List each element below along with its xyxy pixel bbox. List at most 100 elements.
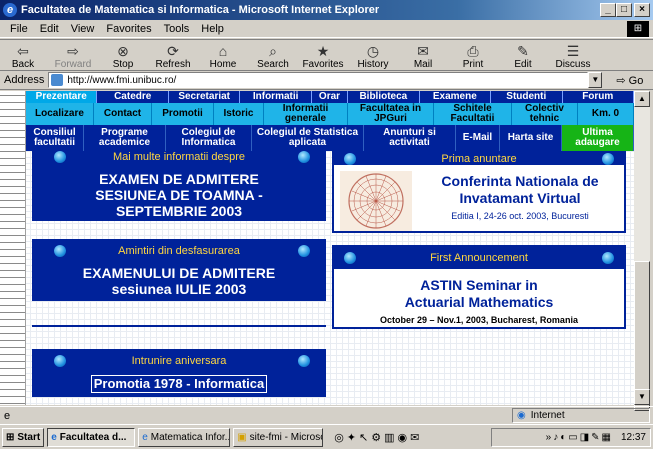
nav-studenti[interactable]: Studenti [491,91,563,103]
nav-colegiul-informatica[interactable]: Colegiul de Informatica [166,125,252,151]
nav-informatii[interactable]: Informatii [240,91,312,103]
bullet-orb-icon [54,355,66,367]
close-button[interactable]: × [634,3,650,17]
bullet-orb-icon [298,355,310,367]
address-input[interactable]: http://www.fmi.unibuc.ro/ [48,72,589,88]
maximize-button[interactable]: □ [616,3,632,17]
vertical-scrollbar[interactable]: ▲ ▼ [634,91,650,411]
menu-tools[interactable]: Tools [164,23,190,35]
divider [32,325,326,327]
edit-icon: ✎ [517,43,529,59]
system-tray: »♪◐▭◨✎▦ 12:37 [491,428,651,447]
ie-icon: e [51,431,57,443]
nav-biblioteca[interactable]: Biblioteca [348,91,420,103]
toolbar: ⇦ Back ⇨ Forward ⊗ Stop ⟳ Refresh ⌂ Home ⌕ Sea… [0,39,653,71]
bullet-orb-icon [54,151,66,163]
nav-forum[interactable]: Forum [563,91,634,103]
mail-button[interactable]: ✉ Mail [400,40,446,70]
go-button[interactable]: ⇨ Go [616,74,643,87]
amintiri-admitere-panel[interactable]: Amintiri din desfasurarea EXAMENULUI DE … [32,239,326,301]
clock: 12:37 [620,432,646,443]
taskbar: ⊞ Start e Facultatea d... e Matematica Info… [0,424,653,449]
scroll-down-icon[interactable]: ▼ [634,389,650,405]
nav-examene[interactable]: Examene [420,91,492,103]
taskbar-button-site-fmi[interactable]: ▣site-fmi - Microso... [233,427,324,447]
home-icon: ⌂ [218,43,228,59]
page-content: Prezentare Catedre Secretariat Informati… [0,91,634,405]
home-button[interactable]: ⌂ Home [200,40,246,70]
edit-button[interactable]: ✎ Edit [500,40,546,70]
bullet-orb-icon [602,153,614,165]
minimize-button[interactable]: _ [600,3,616,17]
menu-bar: File Edit View Favorites Tools Help [0,20,653,38]
nav-localizare[interactable]: Localizare [26,103,94,125]
nav-ultima-adaugare[interactable]: Ultima adaugare [562,125,634,151]
nav-programe-academice[interactable]: Programe academice [84,125,166,151]
history-icon: ◷ [366,43,380,59]
nav-km-0[interactable]: Km. 0 [578,103,634,125]
menu-edit[interactable]: Edit [40,23,59,35]
spiral-binding-decoration [0,91,26,405]
globe-icon: ◉ [517,410,526,421]
ie-icon: e [142,431,148,443]
nav-contact[interactable]: Contact [94,103,152,125]
nav-email[interactable]: E-Mail [456,125,500,151]
conferinta-panel[interactable]: Prima anuntare Conferinta Nationala de I… [332,151,626,233]
search-button[interactable]: ⌕ Search [250,40,296,70]
start-button[interactable]: ⊞ Start [2,427,45,447]
folder-icon: ▣ [237,431,247,443]
nav-harta-site[interactable]: Harta site [500,125,562,151]
page-icon [51,74,64,86]
address-url: http://www.fmi.unibuc.ro/ [67,74,177,86]
astin-seminar-panel[interactable]: First Announcement ASTIN Seminar in Actu… [332,245,626,329]
taskbar-button-matematica[interactable]: e Matematica Infor... [138,427,231,447]
nav-colectiv-tehnic[interactable]: Colectiv tehnic [512,103,578,125]
taskbar-button-facultatea[interactable]: e Facultatea d... [47,427,136,447]
nav-schitele-facultatii[interactable]: Schitele Facultatii [434,103,512,125]
quick-launch-icons[interactable]: ◎✦↖⚙▥◉✉ [334,431,422,444]
panel-header: Amintiri din desfasurarea [118,245,240,257]
forward-button[interactable]: ⇨ Forward [50,40,96,70]
menu-file[interactable]: File [10,23,28,35]
back-button[interactable]: ⇦ Back [0,40,46,70]
favorites-button[interactable]: ★ Favorites [300,40,346,70]
stop-icon: ⊗ [117,43,129,59]
print-button[interactable]: ⎙ Print [450,40,496,70]
address-dropdown-button[interactable]: ▼ [588,72,603,88]
refresh-icon: ⟳ [167,43,179,59]
nav-anunturi-activitati[interactable]: Anunturi si activitati [364,125,456,151]
nav-orar[interactable]: Orar [312,91,349,103]
nav-colegiul-statistica[interactable]: Colegiul de Statistica aplicata [252,125,364,151]
intrunire-aniversara-panel[interactable]: Intrunire aniversara Promotia 1978 - Inf… [32,349,326,397]
nav-consiliul-facultatii[interactable]: Consiliul facultatii [26,125,84,151]
nav-secretariat[interactable]: Secretariat [169,91,241,103]
print-icon: ⎙ [467,43,479,59]
nav-prezentare[interactable]: Prezentare [26,91,98,103]
windows-logo-icon: ⊞ [6,431,15,443]
menu-view[interactable]: View [71,23,95,35]
history-button[interactable]: ◷ History [350,40,396,70]
panel-header: Prima anuntare [334,153,624,165]
go-icon: ⇨ [616,74,626,87]
admitere-toamna-panel[interactable]: Mai multe informatii despre EXAMEN DE AD… [32,151,326,221]
ie-icon: e [3,3,17,17]
nav-informatii-generale[interactable]: Informatii generale [264,103,348,125]
tray-icons[interactable]: »♪◐▭◨✎▦ [546,432,613,443]
discuss-button[interactable]: ☰ Discuss [550,40,596,70]
mail-icon: ✉ [417,43,429,59]
title-bar[interactable]: e Facultatea de Matematica si Informatic… [0,0,653,20]
nav-promotii[interactable]: Promotii [152,103,214,125]
nav-catedre[interactable]: Catedre [97,91,169,103]
nav-istoric[interactable]: Istoric [214,103,264,125]
menu-help[interactable]: Help [201,23,224,35]
discuss-icon: ☰ [566,43,580,59]
refresh-button[interactable]: ⟳ Refresh [150,40,196,70]
scroll-up-icon[interactable]: ▲ [634,91,650,107]
nav-facultatea-in-jpguri[interactable]: Facultatea in JPGuri [348,103,434,125]
stop-button[interactable]: ⊗ Stop [100,40,146,70]
security-zone: ◉ Internet [512,408,650,423]
bullet-orb-icon [54,245,66,257]
panel-header: First Announcement [334,247,624,269]
menu-favorites[interactable]: Favorites [106,23,151,35]
bullet-orb-icon [602,252,614,264]
